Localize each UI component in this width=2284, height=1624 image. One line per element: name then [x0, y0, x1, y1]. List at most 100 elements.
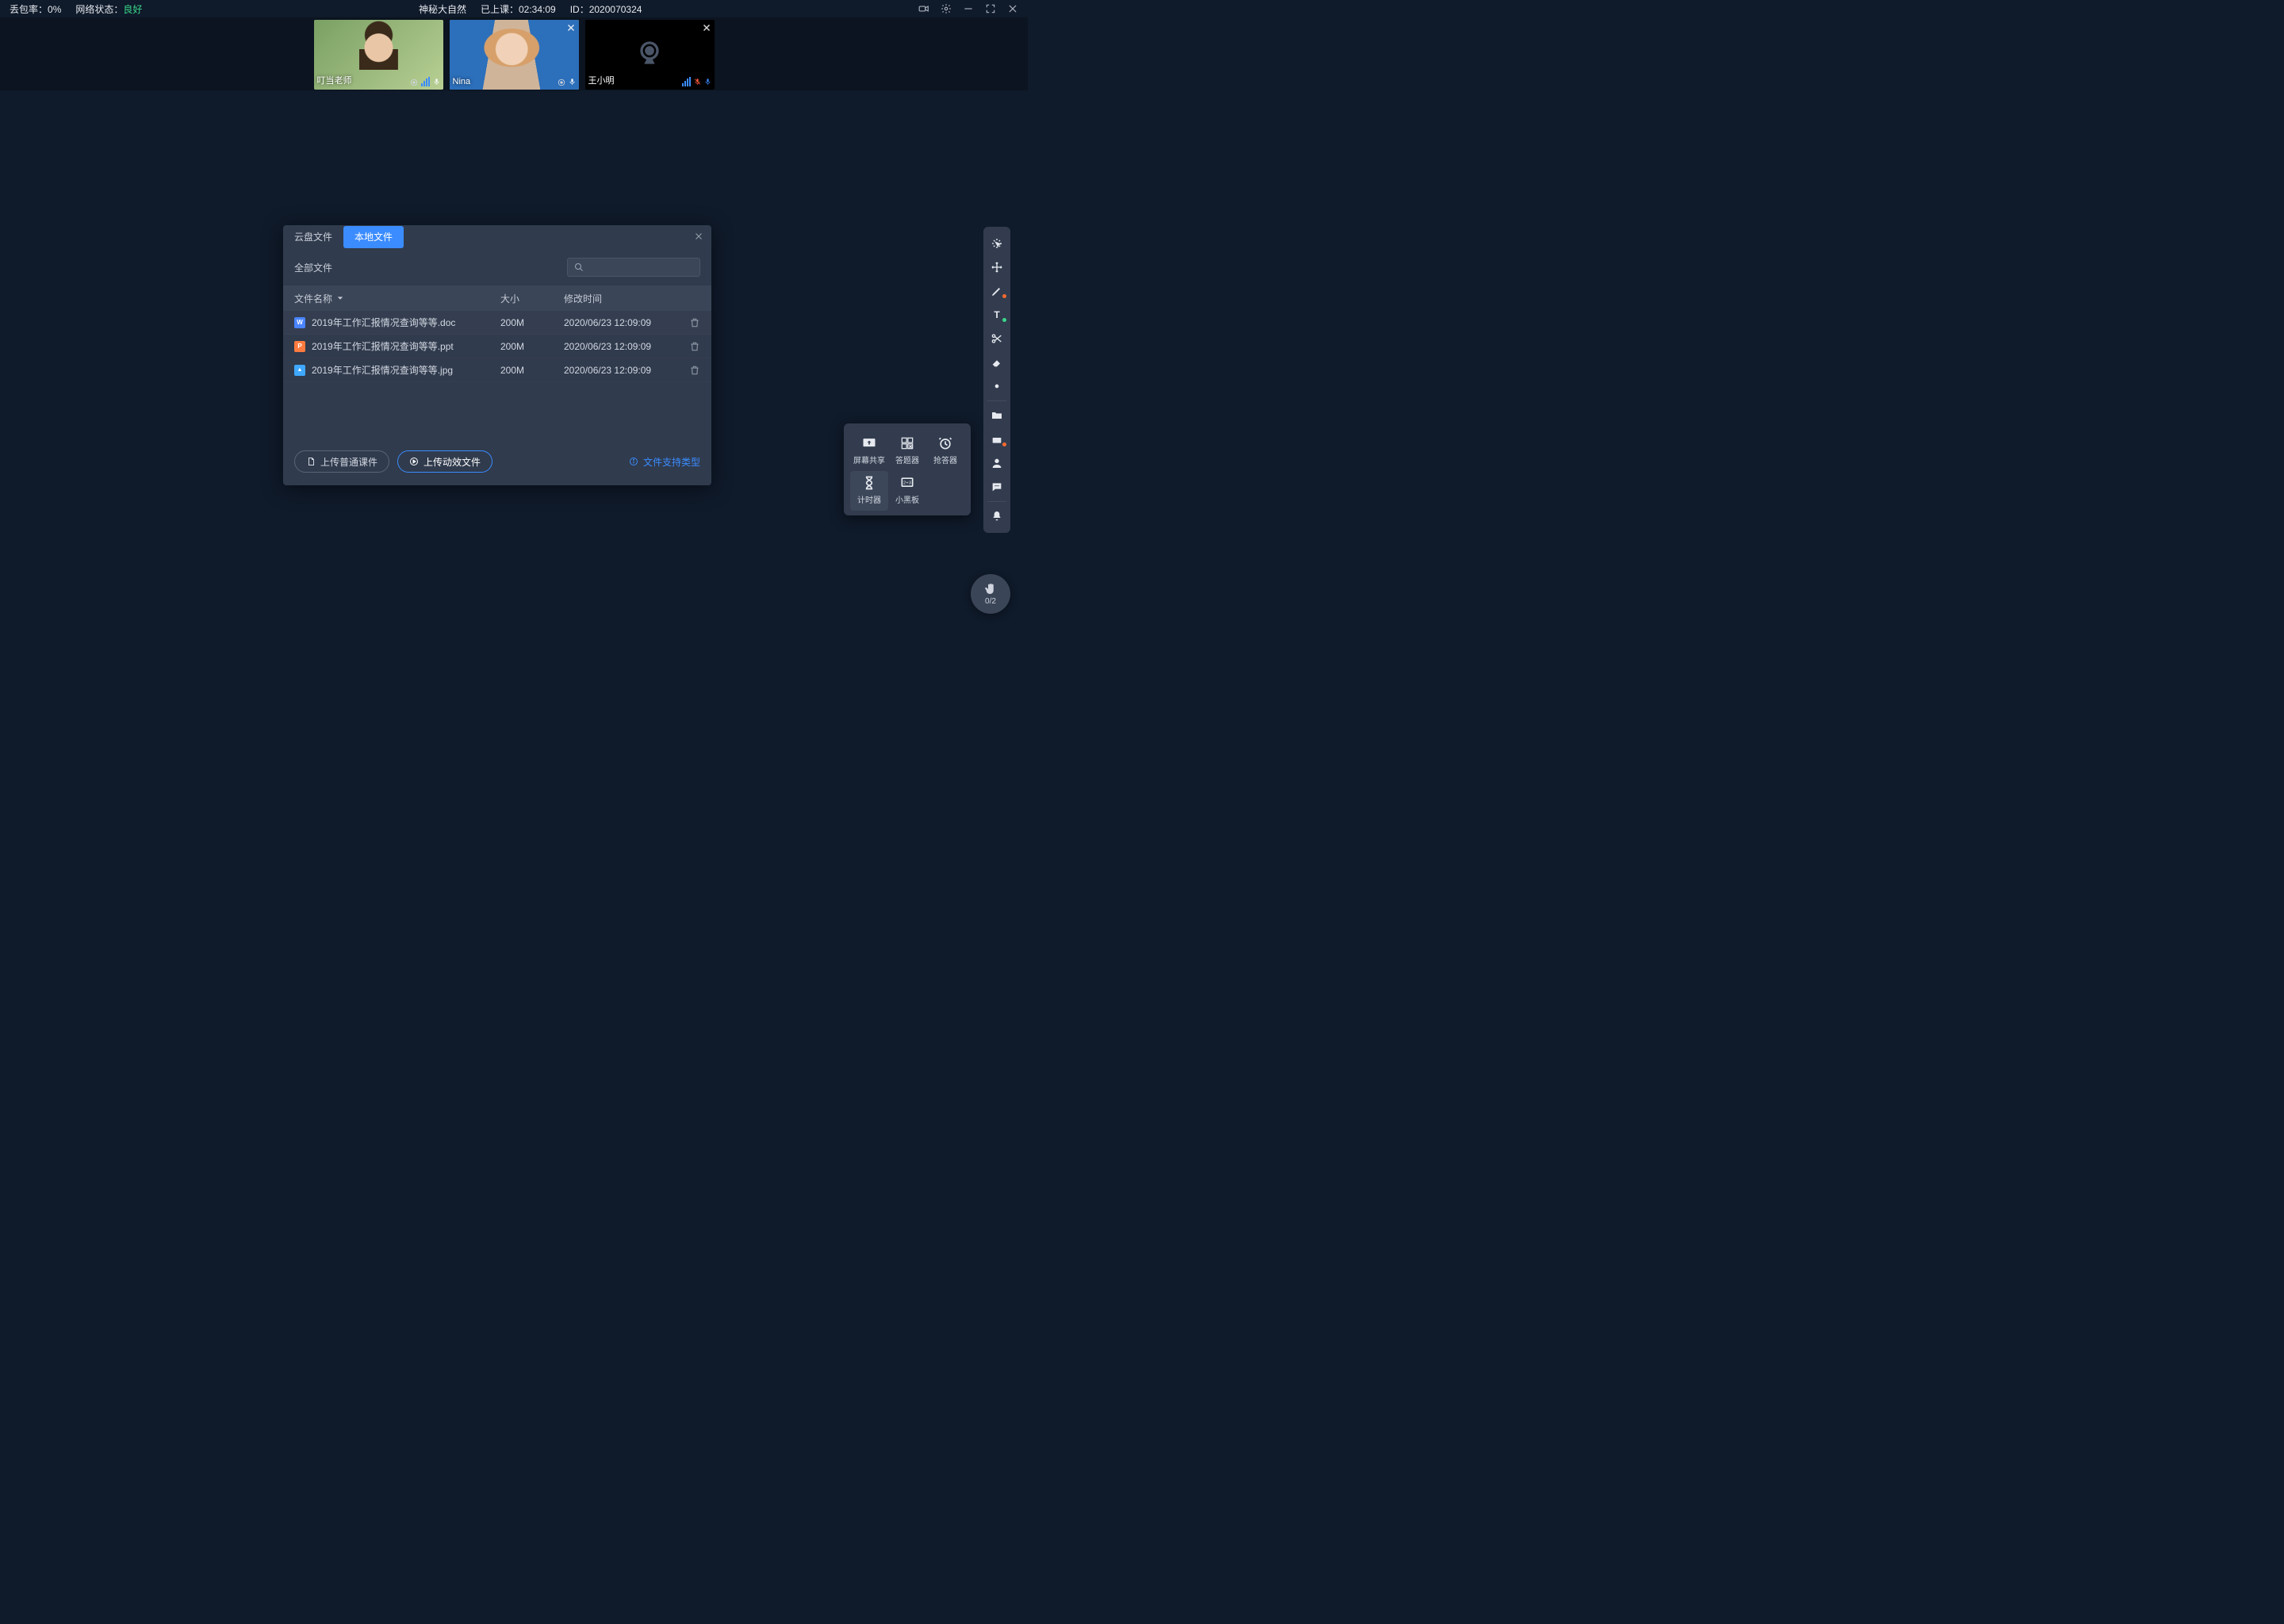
file-mtime: 2020/06/23 12:09:09 — [564, 317, 689, 328]
rail-dot[interactable] — [983, 374, 1010, 398]
video-tile[interactable]: Nina — [450, 20, 579, 90]
col-mtime[interactable]: 修改时间 — [564, 292, 700, 305]
table-row[interactable]: W 2019年工作汇报情况查询等等.doc 200M 2020/06/23 12:… — [283, 311, 711, 335]
hand-icon — [983, 582, 998, 596]
svg-text:2+3: 2+3 — [903, 481, 911, 486]
alarm-icon — [937, 435, 953, 451]
laser-icon — [991, 237, 1003, 250]
video-name: Nina — [453, 77, 471, 86]
info-icon — [629, 457, 638, 466]
screen-share-icon — [861, 435, 877, 451]
pen-icon — [991, 285, 1003, 297]
supported-types-link[interactable]: 文件支持类型 — [629, 455, 700, 469]
file-mtime: 2020/06/23 12:09:09 — [564, 341, 689, 352]
table-row[interactable]: P 2019年工作汇报情况查询等等.ppt 200M 2020/06/23 12:… — [283, 335, 711, 358]
modal-tabs: 云盘文件 本地文件 — [283, 225, 711, 249]
top-bar: 丢包率：0% 网络状态：良好 神秘大自然 已上课：02:34:09 ID：202… — [0, 0, 1028, 17]
hourglass-icon — [861, 475, 877, 491]
tool-buzzer[interactable]: 抢答器 — [926, 431, 964, 471]
rail-toolbox[interactable] — [983, 427, 1010, 451]
rail-text[interactable]: T — [983, 303, 1010, 327]
user-icon — [991, 457, 1003, 469]
search-input[interactable] — [567, 258, 700, 277]
col-size[interactable]: 大小 — [500, 292, 564, 305]
camera-off-icon — [634, 39, 665, 71]
move-icon — [991, 261, 1003, 274]
rail-folder[interactable] — [983, 404, 1010, 427]
mic-muted-icon — [694, 77, 701, 86]
video-name: 王小明 — [588, 74, 615, 86]
raise-hand-count: 0/2 — [985, 597, 996, 606]
mic-icon — [569, 77, 576, 86]
rail-move[interactable] — [983, 255, 1010, 279]
table-header: 文件名称 大小 修改时间 — [283, 285, 711, 311]
delete-icon[interactable] — [689, 317, 700, 328]
elapsed: 已上课：02:34:09 — [481, 2, 556, 16]
file-name: 2019年工作汇报情况查询等等.doc — [312, 316, 455, 329]
camera-icon[interactable] — [918, 3, 929, 14]
gear-icon[interactable] — [941, 3, 952, 14]
close-tile-icon[interactable] — [702, 23, 711, 33]
net-status: 网络状态：良好 — [75, 2, 142, 16]
play-circle-icon — [409, 457, 419, 466]
file-name: 2019年工作汇报情况查询等等.ppt — [312, 339, 454, 353]
tab-local[interactable]: 本地文件 — [343, 226, 404, 248]
breadcrumb[interactable]: 全部文件 — [294, 261, 332, 274]
tool-screen-share[interactable]: 屏幕共享 — [850, 431, 888, 471]
rail-bell[interactable] — [983, 504, 1010, 528]
close-icon[interactable] — [1007, 3, 1018, 14]
rail-scissors[interactable] — [983, 327, 1010, 350]
ppt-icon: P — [294, 341, 305, 352]
close-tile-icon[interactable] — [566, 23, 576, 33]
eraser-icon — [991, 356, 1003, 369]
upload-fx-button[interactable]: 上传动效文件 — [397, 450, 492, 473]
upload-button[interactable]: 上传普通课件 — [294, 450, 389, 473]
col-name[interactable]: 文件名称 — [294, 292, 500, 305]
svg-text:T: T — [994, 309, 1000, 320]
chat-icon — [991, 481, 1003, 493]
table-row[interactable]: ▲2019年工作汇报情况查询等等.jpg 200M 2020/06/23 12:… — [283, 358, 711, 382]
video-name: 叮当老师 — [317, 74, 352, 86]
file-modal: 云盘文件 本地文件 全部文件 文件名称 大小 修改时间 W 2019年工作汇报情况… — [283, 225, 711, 485]
minimize-icon[interactable] — [963, 3, 974, 14]
tab-cloud[interactable]: 云盘文件 — [283, 226, 343, 248]
tool-blackboard[interactable]: 2+3 小黑板 — [888, 471, 926, 511]
doc-icon: W — [294, 317, 305, 328]
rail-eraser[interactable] — [983, 350, 1010, 374]
video-tile[interactable]: 叮当老师 — [314, 20, 443, 90]
mic-icon — [433, 77, 440, 86]
record-icon — [558, 79, 565, 86]
tool-answer[interactable]: 答题器 — [888, 431, 926, 471]
mic-icon — [704, 77, 711, 86]
delete-icon[interactable] — [689, 365, 700, 376]
rail-pen[interactable] — [983, 279, 1010, 303]
window-controls — [918, 3, 1018, 14]
fullscreen-icon[interactable] — [985, 3, 996, 14]
rail-chat[interactable] — [983, 475, 1010, 499]
file-size: 200M — [500, 317, 564, 328]
bell-icon — [991, 510, 1003, 523]
file-icon — [306, 457, 316, 466]
raise-hand-button[interactable]: 0/2 — [971, 574, 1010, 614]
file-mtime: 2020/06/23 12:09:09 — [564, 365, 689, 376]
video-strip: 叮当老师 Nina 王小明 — [0, 17, 1028, 90]
modal-close-icon[interactable] — [694, 232, 703, 241]
tools-popup: 屏幕共享 答题器 抢答器 计时器 2+3 小黑板 — [844, 423, 971, 515]
toolbox-icon — [991, 433, 1003, 446]
room-title: 神秘大自然 — [419, 2, 466, 16]
file-size: 200M — [500, 341, 564, 352]
brightness-icon — [991, 381, 1002, 392]
tool-timer[interactable]: 计时器 — [850, 471, 888, 511]
file-list: W 2019年工作汇报情况查询等等.doc 200M 2020/06/23 12:… — [283, 311, 711, 382]
board-icon: 2+3 — [899, 475, 915, 491]
record-icon — [410, 79, 418, 86]
rail-laser[interactable] — [983, 232, 1010, 255]
rail-user[interactable] — [983, 451, 1010, 475]
tool-rail: T — [983, 227, 1010, 533]
search-icon — [574, 262, 584, 272]
folder-icon — [991, 409, 1003, 422]
video-tile[interactable]: 王小明 — [585, 20, 715, 90]
delete-icon[interactable] — [689, 341, 700, 352]
session-id: ID：2020070324 — [570, 2, 642, 16]
sort-desc-icon — [337, 295, 343, 301]
